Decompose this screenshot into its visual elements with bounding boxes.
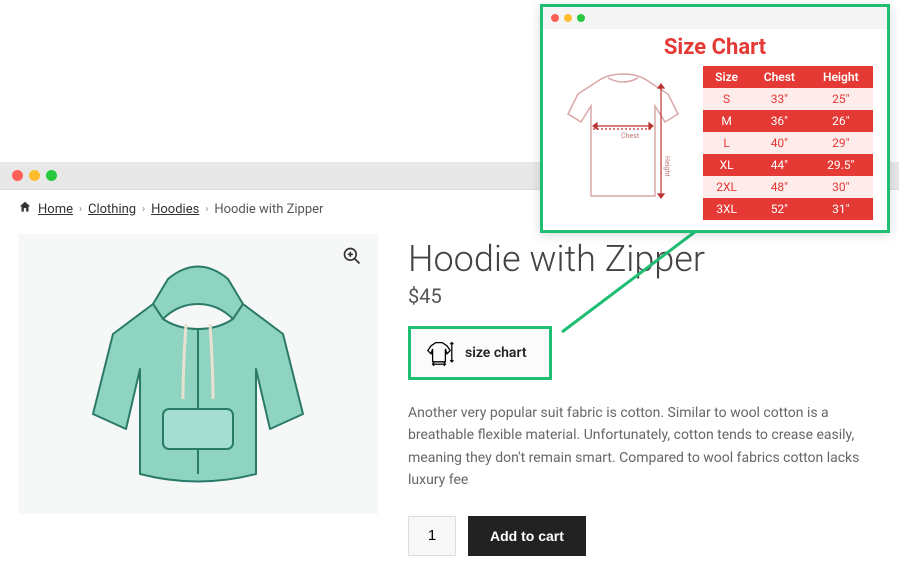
- size-cell-chest: 40": [750, 132, 808, 154]
- popup-title: Size Chart: [553, 35, 877, 60]
- product-title: Hoodie with Zipper: [408, 238, 881, 280]
- size-chart-label: size chart: [465, 345, 527, 361]
- size-cell-chest: 33": [750, 88, 808, 110]
- size-header: Size: [703, 66, 750, 88]
- breadcrumb-separator: ›: [142, 204, 145, 215]
- size-cell-size: S: [703, 88, 750, 110]
- size-table: Size Chest Height S33"25"M36"26"L40"29"X…: [703, 66, 873, 220]
- size-chart-popup: Size Chart Chest Height: [540, 4, 890, 233]
- breadcrumb-hoodies[interactable]: Hoodies: [151, 202, 199, 217]
- quantity-input[interactable]: [408, 516, 456, 556]
- size-table-row: 3XL52"31": [703, 198, 873, 220]
- size-table-header-row: Size Chest Height: [703, 66, 873, 88]
- zoom-icon[interactable]: [340, 244, 364, 268]
- product-price: $45: [408, 284, 881, 308]
- add-to-cart-button[interactable]: Add to cart: [468, 516, 586, 556]
- size-cell-height: 29.5": [809, 154, 873, 176]
- breadcrumb-current: Hoodie with Zipper: [214, 202, 323, 217]
- chest-header: Chest: [750, 66, 808, 88]
- hoodie-illustration: [58, 249, 338, 499]
- size-table-row: 2XL48"30": [703, 176, 873, 198]
- size-cell-size: 2XL: [703, 176, 750, 198]
- breadcrumb-clothing[interactable]: Clothing: [88, 202, 136, 217]
- size-table-row: L40"29": [703, 132, 873, 154]
- window-maximize-dot[interactable]: [46, 170, 57, 181]
- size-cell-height: 26": [809, 110, 873, 132]
- diagram-chest-label: Chest: [621, 132, 640, 140]
- height-header: Height: [809, 66, 873, 88]
- breadcrumb-separator: ›: [79, 204, 82, 215]
- size-table-row: XL44"29.5": [703, 154, 873, 176]
- popup-minimize-dot[interactable]: [564, 14, 572, 22]
- popup-titlebar: [543, 7, 887, 29]
- size-table-row: M36"26": [703, 110, 873, 132]
- size-chart-icon: [423, 339, 455, 367]
- window-close-dot[interactable]: [12, 170, 23, 181]
- size-cell-size: M: [703, 110, 750, 132]
- diagram-height-label: Height: [663, 156, 671, 177]
- window-minimize-dot[interactable]: [29, 170, 40, 181]
- size-cell-height: 25": [809, 88, 873, 110]
- popup-maximize-dot[interactable]: [577, 14, 585, 22]
- size-cell-height: 29": [809, 132, 873, 154]
- tshirt-diagram: Chest Height: [553, 66, 693, 211]
- size-cell-height: 31": [809, 198, 873, 220]
- size-cell-chest: 36": [750, 110, 808, 132]
- home-icon: [18, 200, 32, 218]
- size-cell-chest: 52": [750, 198, 808, 220]
- size-cell-height: 30": [809, 176, 873, 198]
- product-image[interactable]: [18, 234, 378, 514]
- size-chart-button[interactable]: size chart: [408, 326, 552, 380]
- size-cell-chest: 44": [750, 154, 808, 176]
- product-description: Another very popular suit fabric is cott…: [408, 402, 878, 492]
- size-cell-size: 3XL: [703, 198, 750, 220]
- size-cell-size: L: [703, 132, 750, 154]
- size-table-row: S33"25": [703, 88, 873, 110]
- size-cell-chest: 48": [750, 176, 808, 198]
- size-cell-size: XL: [703, 154, 750, 176]
- breadcrumb-home[interactable]: Home: [38, 202, 73, 217]
- popup-close-dot[interactable]: [551, 14, 559, 22]
- breadcrumb-separator: ›: [205, 204, 208, 215]
